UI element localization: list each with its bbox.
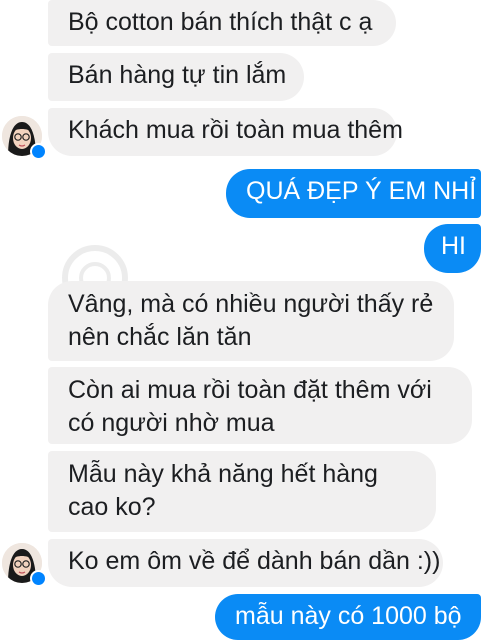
message-bubble-received[interactable]: Bán hàng tự tin lắm <box>48 53 304 101</box>
messenger-badge-icon <box>30 143 47 160</box>
message-bubble-received[interactable]: Bộ cotton bán thích thật c ạ <box>48 0 396 46</box>
message-bubble-received[interactable]: Vâng, mà có nhiều người thấy rẻ nên chắc… <box>48 281 454 361</box>
message-bubble-sent[interactable]: QUÁ ĐẸP Ý EM NHỈ <box>226 169 481 218</box>
message-bubble-received[interactable]: Còn ai mua rồi toàn đặt thêm với có ngườ… <box>48 367 472 444</box>
message-bubble-received[interactable]: Khách mua rồi toàn mua thêm <box>48 108 403 156</box>
message-bubble-received[interactable]: Mẫu này khả năng hết hàng cao ko? <box>48 451 436 532</box>
message-bubble-sent[interactable]: mẫu này có 1000 bộ <box>215 594 481 640</box>
messenger-badge-icon <box>30 570 47 587</box>
message-bubble-received[interactable]: Ko em ôm về để dành bán dần :)) <box>48 539 443 587</box>
message-bubble-sent[interactable]: HI <box>424 224 481 273</box>
